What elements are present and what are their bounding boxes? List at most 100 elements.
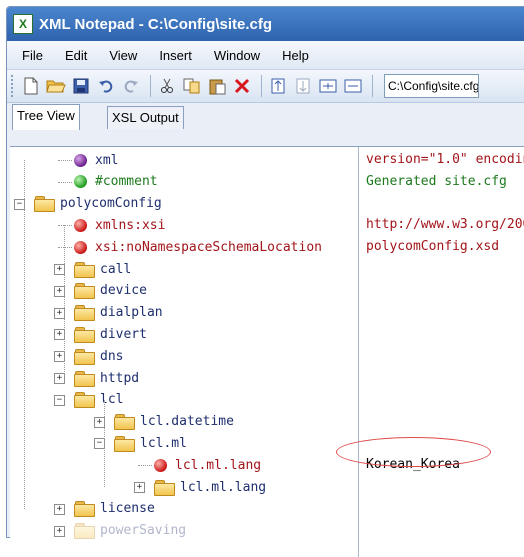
menu-view[interactable]: View — [98, 48, 148, 63]
tree-node-label: lcl.ml — [140, 435, 187, 451]
toolbar-separator — [150, 75, 151, 97]
tree-node-label: call — [100, 261, 132, 277]
tree-node[interactable]: dialplan — [74, 302, 163, 324]
tree-connector — [58, 160, 72, 161]
tree-node[interactable]: license — [74, 498, 155, 520]
tree-node-label: divert — [100, 326, 147, 342]
tree-node[interactable]: lcl.ml.lang — [154, 454, 261, 476]
tree-node-label: powerSaving — [100, 523, 187, 539]
tab-xsl-output[interactable]: XSL Output — [107, 106, 184, 129]
menu-bar: File Edit View Insert Window Help — [7, 41, 524, 70]
collapse-icon[interactable] — [342, 75, 364, 97]
tree-node[interactable]: xsi:noNamespaceSchemaLocation — [74, 236, 322, 258]
tab-tree-view[interactable]: Tree View — [12, 104, 80, 130]
tree-node[interactable]: device — [74, 280, 147, 302]
folder-icon — [114, 414, 135, 431]
tree-node[interactable]: lcl.ml — [114, 432, 187, 454]
tree-node[interactable]: dns — [74, 345, 123, 367]
tree-node-label: lcl.ml.lang — [180, 479, 267, 495]
window-title: XML Notepad - C:\Config\site.cfg — [39, 15, 273, 33]
purple-ball-icon — [74, 153, 87, 167]
folder-icon — [74, 261, 95, 278]
folder-icon — [154, 479, 175, 496]
red-ball-icon — [74, 240, 87, 254]
cut-icon[interactable] — [156, 75, 178, 97]
tree-node[interactable]: divert — [74, 323, 147, 345]
save-icon[interactable] — [70, 75, 92, 97]
highlight-ellipse — [336, 437, 491, 467]
tree-node[interactable]: polycomConfig — [34, 193, 162, 215]
tree-view[interactable]: xml #comment − polycomConfig xmlns:xsi xsi:no… — [10, 147, 359, 557]
tree-node[interactable]: call — [74, 258, 131, 280]
expand-node-icon[interactable]: + — [54, 525, 65, 537]
menu-file[interactable]: File — [11, 48, 54, 63]
xml-notepad-app-icon: X — [13, 14, 33, 34]
folder-icon — [74, 305, 95, 322]
node-value[interactable]: Generated site.cfg — [366, 171, 507, 193]
copy-icon[interactable] — [181, 75, 203, 97]
tree-node[interactable]: #comment — [74, 171, 158, 193]
tree-connector — [104, 399, 105, 487]
folder-icon — [114, 435, 135, 452]
tree-connector — [58, 181, 72, 183]
node-value[interactable]: http://www.w3.org/2001/XMLSchema-instanc… — [366, 214, 524, 236]
tree-node-label: #comment — [95, 174, 158, 190]
toolbar-grip[interactable] — [11, 75, 16, 97]
folder-icon — [74, 392, 95, 409]
undo-icon[interactable] — [95, 75, 117, 97]
folder-icon — [74, 283, 95, 300]
new-icon[interactable] — [20, 75, 42, 97]
folder-icon — [74, 348, 95, 365]
tree-node[interactable]: httpd — [74, 367, 139, 389]
green-ball-icon — [74, 175, 87, 189]
node-value[interactable]: version="1.0" encoding="utf-8" — [366, 149, 524, 171]
toolbar-separator — [372, 75, 373, 97]
tree-connector — [24, 160, 25, 509]
menu-help[interactable]: Help — [271, 48, 320, 63]
tree-connector — [64, 225, 65, 378]
tree-node-label: license — [100, 501, 155, 517]
red-ball-icon — [74, 218, 87, 232]
node-value[interactable]: polycomConfig.xsd — [366, 236, 499, 258]
tree-node-label: lcl.datetime — [140, 414, 234, 430]
open-icon[interactable] — [45, 75, 67, 97]
folder-icon — [74, 326, 95, 343]
tree-node[interactable]: xml — [74, 149, 118, 171]
tree-node-label: polycomConfig — [60, 196, 162, 212]
tree-node[interactable]: powerSaving — [74, 520, 186, 542]
menu-window[interactable]: Window — [203, 48, 271, 63]
toolbar-separator — [261, 75, 262, 97]
tree-node-label: device — [100, 283, 147, 299]
red-ball-icon — [154, 458, 167, 472]
tree-node[interactable]: lcl.ml.lang — [154, 476, 266, 498]
expand-icon[interactable] — [317, 75, 339, 97]
redo-icon[interactable] — [120, 75, 142, 97]
view-tabs: Tree View XSL Output — [7, 103, 524, 130]
tree-node-label: dialplan — [100, 305, 163, 321]
folder-icon — [74, 523, 95, 540]
delete-icon[interactable] — [231, 75, 253, 97]
toolbar: C:\Config\site.cfg — [7, 70, 524, 103]
folder-icon — [74, 501, 95, 518]
tree-connector — [58, 225, 72, 227]
location-input[interactable]: C:\Config\site.cfg — [384, 74, 479, 98]
document-pane: xml #comment − polycomConfig xmlns:xsi xsi:no… — [10, 146, 524, 557]
nudge-up-icon[interactable] — [267, 75, 289, 97]
menu-insert[interactable]: Insert — [148, 48, 203, 63]
nudge-down-icon[interactable] — [292, 75, 314, 97]
tree-node[interactable]: lcl — [74, 389, 123, 411]
tree-node[interactable]: xmlns:xsi — [74, 214, 165, 236]
tree-connector — [138, 465, 152, 467]
collapse-node-icon[interactable]: − — [54, 394, 65, 406]
tree-node-label: xmlns:xsi — [95, 217, 166, 233]
tree-node-label: xsi:noNamespaceSchemaLocation — [95, 239, 322, 255]
expand-node-icon[interactable]: + — [54, 503, 65, 515]
tree-connector — [58, 247, 72, 249]
tree-node[interactable]: lcl.datetime — [114, 411, 234, 433]
value-pane[interactable]: version="1.0" encoding="utf-8"Generated … — [362, 147, 524, 557]
paste-icon[interactable] — [206, 75, 228, 97]
tree-node-label: httpd — [100, 370, 140, 386]
expand-node-icon[interactable]: + — [134, 482, 145, 493]
menu-edit[interactable]: Edit — [54, 48, 98, 63]
tree-node-label: dns — [100, 348, 124, 364]
